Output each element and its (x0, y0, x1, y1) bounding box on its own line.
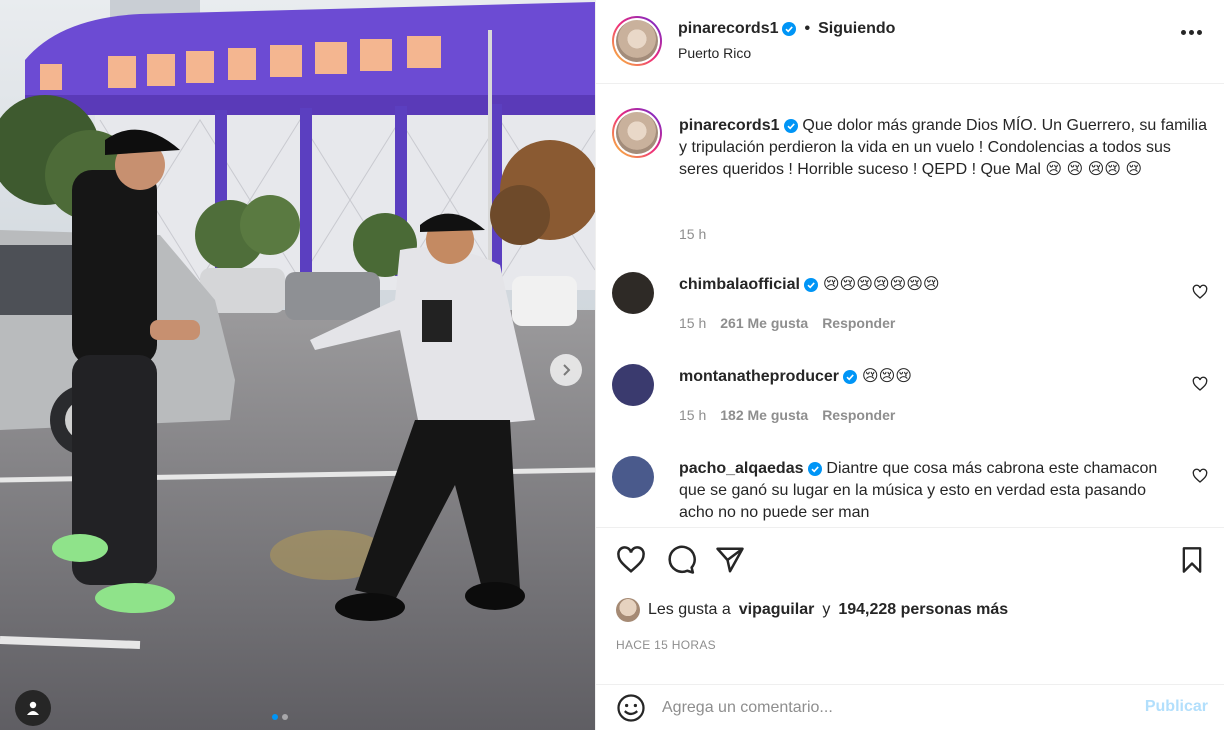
post-location[interactable]: Puerto Rico (678, 45, 751, 61)
comment-heart-icon[interactable] (1192, 468, 1208, 484)
comment-input[interactable] (662, 691, 1122, 725)
caption-time[interactable]: 15 h (679, 226, 706, 242)
comment-item: pacho_alqaedas Diantre que cosa más cabr… (612, 456, 1212, 526)
comment-heart-icon[interactable] (1192, 376, 1208, 392)
likes-middle: y (822, 601, 831, 618)
author-avatar[interactable] (612, 16, 662, 66)
caption-username[interactable]: pinarecords1 (679, 117, 779, 134)
carousel-dot (282, 714, 288, 720)
likes-prefix: Les gusta a (648, 601, 731, 618)
comment-text: 😢😢😢 (861, 368, 912, 385)
instagram-post-modal: pinarecords1 • Siguiendo Puerto Rico pin… (0, 0, 1224, 730)
comment-avatar[interactable] (612, 364, 654, 406)
comment-username[interactable]: chimbalaofficial (679, 276, 800, 293)
add-comment-bar: Publicar (596, 684, 1224, 730)
publish-button[interactable]: Publicar (1145, 698, 1208, 716)
chevron-right-icon (563, 364, 571, 376)
author-username[interactable]: pinarecords1 (678, 20, 778, 38)
comment-heart-icon[interactable] (1192, 284, 1208, 300)
post-timestamp[interactable]: HACE 15 HORAS (616, 638, 716, 652)
verified-badge-icon (783, 118, 798, 133)
comment-text: 😢😢😢😢😢😢😢 (822, 276, 940, 293)
caption-author-avatar[interactable] (612, 108, 662, 158)
more-options-icon[interactable] (1181, 30, 1202, 35)
reply-button[interactable]: Responder (822, 407, 895, 423)
likes-summary: Les gusta a vipaguilar y 194,228 persona… (616, 598, 1008, 622)
comment-avatar[interactable] (612, 456, 654, 498)
verified-badge-icon (843, 369, 858, 384)
comment-likes[interactable]: 182 Me gusta (720, 407, 808, 423)
comment-meta: 15 h 182 Me gusta Responder (679, 407, 895, 423)
verified-badge-icon (782, 22, 797, 36)
comment-body: pacho_alqaedas Diantre que cosa más cabr… (679, 458, 1169, 524)
user-tag-icon (27, 701, 39, 715)
carousel-dot-active (272, 714, 278, 720)
post-details-panel: pinarecords1 • Siguiendo Puerto Rico pin… (595, 0, 1224, 730)
post-actions-bar (596, 527, 1224, 607)
next-photo-button[interactable] (550, 354, 582, 386)
post-photo (0, 0, 595, 730)
verified-badge-icon (807, 461, 822, 476)
comment-body: montanatheproducer 😢😢😢 (679, 366, 1169, 388)
comment-time[interactable]: 15 h (679, 407, 706, 423)
likes-count[interactable]: 194,228 personas más (838, 601, 1008, 619)
heart-icon[interactable] (616, 545, 646, 575)
comment-avatar[interactable] (612, 272, 654, 314)
liker-username[interactable]: vipaguilar (739, 601, 815, 619)
carousel-dots (272, 714, 288, 720)
author-row: pinarecords1 • Siguiendo (678, 20, 895, 38)
verified-badge-icon (804, 277, 819, 292)
comments-scroll-area[interactable]: pinarecords1 Que dolor más grande Dios M… (596, 86, 1224, 526)
comment-item: montanatheproducer 😢😢😢 15 h 182 Me gusta… (612, 364, 1212, 444)
emoji-icon[interactable] (616, 693, 646, 723)
share-icon[interactable] (715, 545, 745, 575)
comment-body: chimbalaofficial 😢😢😢😢😢😢😢 (679, 274, 1169, 296)
reply-button[interactable]: Responder (822, 315, 895, 331)
comment-meta: 15 h 261 Me gusta Responder (679, 315, 895, 331)
tagged-users-button[interactable] (15, 690, 51, 726)
comment-username[interactable]: montanatheproducer (679, 368, 839, 385)
comment-username[interactable]: pacho_alqaedas (679, 460, 804, 477)
photo-scene (0, 0, 595, 730)
separator-dot: • (804, 20, 811, 37)
comment-time[interactable]: 15 h (679, 315, 706, 331)
follow-status-button[interactable]: Siguiendo (818, 20, 895, 38)
comment-icon[interactable] (666, 545, 696, 575)
liker-avatar[interactable] (616, 598, 640, 622)
caption-body: pinarecords1 Que dolor más grande Dios M… (679, 115, 1209, 181)
bookmark-icon[interactable] (1178, 545, 1206, 575)
comment-item: chimbalaofficial 😢😢😢😢😢😢😢 15 h 261 Me gus… (612, 272, 1212, 352)
post-header: pinarecords1 • Siguiendo Puerto Rico (596, 0, 1224, 84)
comment-likes[interactable]: 261 Me gusta (720, 315, 808, 331)
